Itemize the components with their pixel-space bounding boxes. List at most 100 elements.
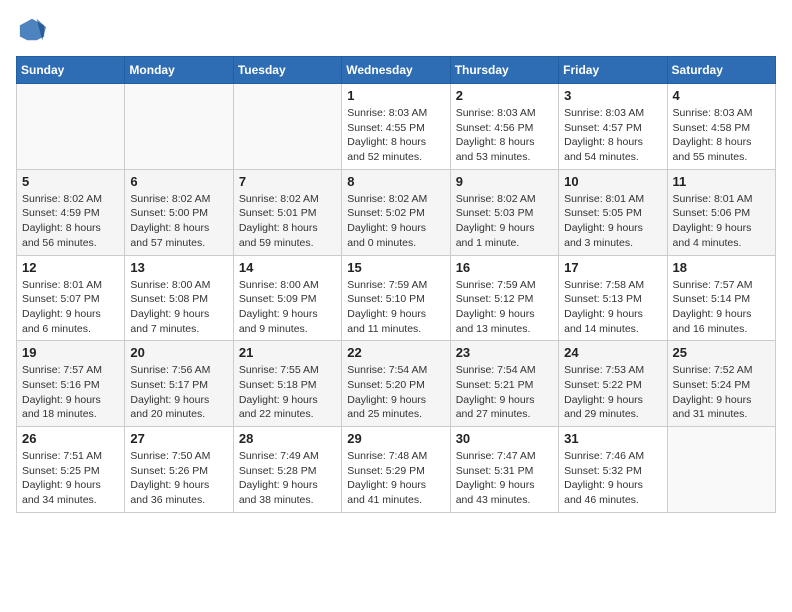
day-number: 30 [456, 431, 553, 446]
day-cell [17, 84, 125, 170]
day-number: 22 [347, 345, 444, 360]
day-number: 11 [673, 174, 770, 189]
week-row-1: 5Sunrise: 8:02 AM Sunset: 4:59 PM Daylig… [17, 169, 776, 255]
day-info: Sunrise: 7:54 AM Sunset: 5:20 PM Dayligh… [347, 363, 444, 422]
day-cell: 13Sunrise: 8:00 AM Sunset: 5:08 PM Dayli… [125, 255, 233, 341]
day-info: Sunrise: 7:47 AM Sunset: 5:31 PM Dayligh… [456, 449, 553, 508]
day-info: Sunrise: 8:02 AM Sunset: 5:00 PM Dayligh… [130, 192, 227, 251]
day-number: 15 [347, 260, 444, 275]
day-number: 16 [456, 260, 553, 275]
day-number: 3 [564, 88, 661, 103]
day-number: 31 [564, 431, 661, 446]
day-number: 14 [239, 260, 336, 275]
day-info: Sunrise: 7:50 AM Sunset: 5:26 PM Dayligh… [130, 449, 227, 508]
day-cell: 2Sunrise: 8:03 AM Sunset: 4:56 PM Daylig… [450, 84, 558, 170]
day-info: Sunrise: 8:02 AM Sunset: 5:02 PM Dayligh… [347, 192, 444, 251]
day-cell: 22 Sunrise: 7:54 AM Sunset: 5:20 PM Dayli… [342, 341, 450, 427]
day-cell: 17 Sunrise: 7:58 AM Sunset: 5:13 PM Dayli… [559, 255, 667, 341]
day-header-monday: Monday [125, 57, 233, 84]
day-info: Sunrise: 8:02 AM Sunset: 4:59 PM Dayligh… [22, 192, 119, 251]
day-cell: 5Sunrise: 8:02 AM Sunset: 4:59 PM Daylig… [17, 169, 125, 255]
day-cell: 31 Sunrise: 7:46 AM Sunset: 5:32 PM Dayli… [559, 427, 667, 513]
day-cell: 3Sunrise: 8:03 AM Sunset: 4:57 PM Daylig… [559, 84, 667, 170]
calendar-table: SundayMondayTuesdayWednesdayThursdayFrid… [16, 56, 776, 513]
day-number: 26 [22, 431, 119, 446]
day-cell [233, 84, 341, 170]
day-info: Sunrise: 8:01 AM Sunset: 5:06 PM Dayligh… [673, 192, 770, 251]
day-cell: 28Sunrise: 7:49 AM Sunset: 5:28 PM Dayli… [233, 427, 341, 513]
day-cell: 9Sunrise: 8:02 AM Sunset: 5:03 PM Daylig… [450, 169, 558, 255]
day-cell: 24 Sunrise: 7:53 AM Sunset: 5:22 PM Dayli… [559, 341, 667, 427]
day-info: Sunrise: 7:58 AM Sunset: 5:13 PM Dayligh… [564, 278, 661, 337]
day-number: 17 [564, 260, 661, 275]
week-row-2: 12 Sunrise: 8:01 AM Sunset: 5:07 PM Dayli… [17, 255, 776, 341]
day-info: Sunrise: 7:55 AM Sunset: 5:18 PM Dayligh… [239, 363, 336, 422]
week-row-4: 26 Sunrise: 7:51 AM Sunset: 5:25 PM Dayli… [17, 427, 776, 513]
week-row-0: 1 Sunrise: 8:03 AM Sunset: 4:55 PM Daylig… [17, 84, 776, 170]
day-cell: 14 Sunrise: 8:00 AM Sunset: 5:09 PM Dayli… [233, 255, 341, 341]
day-number: 19 [22, 345, 119, 360]
day-info: Sunrise: 7:54 AM Sunset: 5:21 PM Dayligh… [456, 363, 553, 422]
day-number: 27 [130, 431, 227, 446]
day-number: 1 [347, 88, 444, 103]
logo-icon [18, 16, 46, 44]
day-cell: 4 Sunrise: 8:03 AM Sunset: 4:58 PM Daylig… [667, 84, 775, 170]
day-number: 25 [673, 345, 770, 360]
day-number: 12 [22, 260, 119, 275]
day-cell: 10 Sunrise: 8:01 AM Sunset: 5:05 PM Dayli… [559, 169, 667, 255]
day-info: Sunrise: 7:46 AM Sunset: 5:32 PM Dayligh… [564, 449, 661, 508]
day-info: Sunrise: 8:03 AM Sunset: 4:55 PM Dayligh… [347, 106, 444, 165]
day-number: 29 [347, 431, 444, 446]
day-header-sunday: Sunday [17, 57, 125, 84]
day-cell: 1 Sunrise: 8:03 AM Sunset: 4:55 PM Daylig… [342, 84, 450, 170]
calendar-header: SundayMondayTuesdayWednesdayThursdayFrid… [17, 57, 776, 84]
day-number: 10 [564, 174, 661, 189]
day-cell: 16Sunrise: 7:59 AM Sunset: 5:12 PM Dayli… [450, 255, 558, 341]
day-cell: 21Sunrise: 7:55 AM Sunset: 5:18 PM Dayli… [233, 341, 341, 427]
day-header-thursday: Thursday [450, 57, 558, 84]
day-header-saturday: Saturday [667, 57, 775, 84]
day-info: Sunrise: 7:48 AM Sunset: 5:29 PM Dayligh… [347, 449, 444, 508]
day-cell: 11 Sunrise: 8:01 AM Sunset: 5:06 PM Dayli… [667, 169, 775, 255]
day-cell [667, 427, 775, 513]
day-cell: 15Sunrise: 7:59 AM Sunset: 5:10 PM Dayli… [342, 255, 450, 341]
day-info: Sunrise: 8:02 AM Sunset: 5:01 PM Dayligh… [239, 192, 336, 251]
day-number: 20 [130, 345, 227, 360]
day-number: 2 [456, 88, 553, 103]
logo [16, 16, 46, 44]
day-cell: 29 Sunrise: 7:48 AM Sunset: 5:29 PM Dayli… [342, 427, 450, 513]
day-info: Sunrise: 8:03 AM Sunset: 4:58 PM Dayligh… [673, 106, 770, 165]
day-cell: 26 Sunrise: 7:51 AM Sunset: 5:25 PM Dayli… [17, 427, 125, 513]
day-header-wednesday: Wednesday [342, 57, 450, 84]
day-cell: 19 Sunrise: 7:57 AM Sunset: 5:16 PM Dayli… [17, 341, 125, 427]
day-number: 6 [130, 174, 227, 189]
day-cell: 12 Sunrise: 8:01 AM Sunset: 5:07 PM Dayli… [17, 255, 125, 341]
day-cell: 23Sunrise: 7:54 AM Sunset: 5:21 PM Dayli… [450, 341, 558, 427]
day-cell: 8 Sunrise: 8:02 AM Sunset: 5:02 PM Daylig… [342, 169, 450, 255]
calendar-body: 1 Sunrise: 8:03 AM Sunset: 4:55 PM Daylig… [17, 84, 776, 513]
day-number: 7 [239, 174, 336, 189]
day-info: Sunrise: 8:00 AM Sunset: 5:09 PM Dayligh… [239, 278, 336, 337]
day-info: Sunrise: 8:01 AM Sunset: 5:05 PM Dayligh… [564, 192, 661, 251]
day-info: Sunrise: 7:49 AM Sunset: 5:28 PM Dayligh… [239, 449, 336, 508]
day-number: 4 [673, 88, 770, 103]
day-cell: 27 Sunrise: 7:50 AM Sunset: 5:26 PM Dayli… [125, 427, 233, 513]
day-cell: 30 Sunrise: 7:47 AM Sunset: 5:31 PM Dayli… [450, 427, 558, 513]
day-info: Sunrise: 7:57 AM Sunset: 5:16 PM Dayligh… [22, 363, 119, 422]
day-info: Sunrise: 8:02 AM Sunset: 5:03 PM Dayligh… [456, 192, 553, 251]
day-info: Sunrise: 7:51 AM Sunset: 5:25 PM Dayligh… [22, 449, 119, 508]
day-info: Sunrise: 8:01 AM Sunset: 5:07 PM Dayligh… [22, 278, 119, 337]
day-cell: 20 Sunrise: 7:56 AM Sunset: 5:17 PM Dayli… [125, 341, 233, 427]
day-header-tuesday: Tuesday [233, 57, 341, 84]
day-number: 8 [347, 174, 444, 189]
day-cell: 18 Sunrise: 7:57 AM Sunset: 5:14 PM Dayli… [667, 255, 775, 341]
day-number: 24 [564, 345, 661, 360]
day-info: Sunrise: 8:00 AM Sunset: 5:08 PM Dayligh… [130, 278, 227, 337]
day-cell: 6 Sunrise: 8:02 AM Sunset: 5:00 PM Daylig… [125, 169, 233, 255]
day-info: Sunrise: 7:57 AM Sunset: 5:14 PM Dayligh… [673, 278, 770, 337]
day-header-friday: Friday [559, 57, 667, 84]
day-info: Sunrise: 7:53 AM Sunset: 5:22 PM Dayligh… [564, 363, 661, 422]
page-header [16, 16, 776, 44]
day-number: 18 [673, 260, 770, 275]
day-info: Sunrise: 7:56 AM Sunset: 5:17 PM Dayligh… [130, 363, 227, 422]
